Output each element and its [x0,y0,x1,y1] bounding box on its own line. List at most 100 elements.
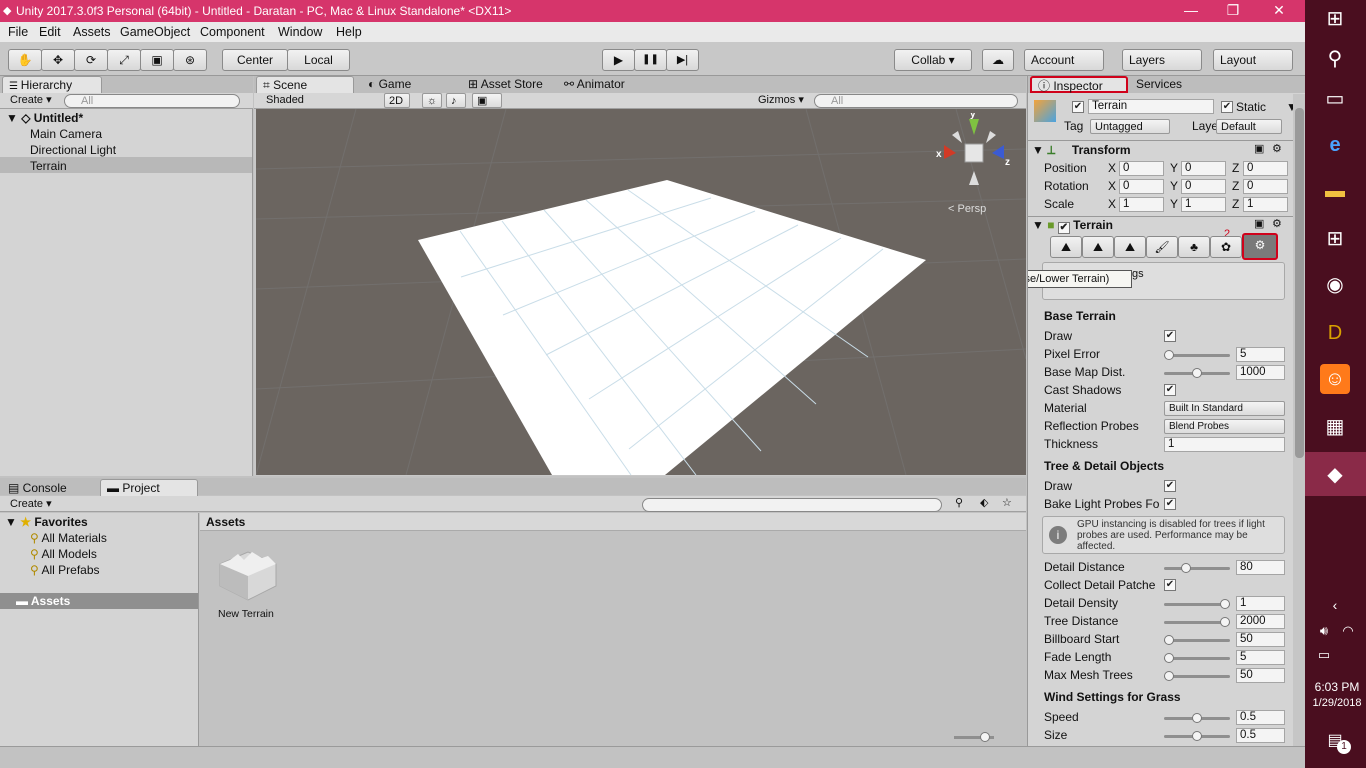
unity-app-icon[interactable]: ◆ [1320,460,1350,490]
tab-project[interactable]: ▬ Project [100,479,198,496]
slider-knob[interactable] [1192,368,1202,378]
smooth-height-icon[interactable]: ⛰ [1114,236,1146,258]
property-dropdown[interactable]: Blend Probes [1164,419,1285,434]
transform-x-field[interactable]: 1 [1119,197,1164,212]
tab-animator[interactable]: ⚯ Animator [558,76,650,93]
property-value-field[interactable]: 5 [1236,347,1285,362]
property-value-field[interactable]: 1 [1236,596,1285,611]
menu-window[interactable]: Window [278,25,322,39]
maximize-button[interactable]: ❐ [1210,0,1256,22]
property-dropdown[interactable]: Built In Standard [1164,401,1285,416]
shading-mode-dropdown[interactable]: Shaded [262,93,380,108]
terrain-plane[interactable] [418,180,926,475]
property-slider[interactable] [1164,635,1230,645]
store-icon[interactable]: ⊞ [1320,224,1350,254]
property-slider[interactable] [1164,731,1230,741]
battery-icon[interactable]: ▭ [1313,640,1335,670]
scene-viewport[interactable]: y x z < Persp [256,109,1026,475]
lighting-toggle-icon[interactable]: ☼ [422,93,442,108]
favorites-folder[interactable]: ▼ ★ Favorites [5,515,88,529]
help-book-icon[interactable]: ▣ [1254,142,1264,155]
transform-y-field[interactable]: 0 [1181,161,1226,176]
edge-browser-icon[interactable]: e [1320,130,1350,160]
property-slider[interactable] [1164,671,1230,681]
slider-knob[interactable] [1220,599,1230,609]
assets-folder[interactable]: ▬ Assets [16,594,70,608]
layer-dropdown[interactable]: Default [1216,119,1282,134]
hierarchy-create-button[interactable]: Create ▾ [6,93,56,107]
collab-button[interactable]: Collab ▾ [894,49,972,71]
menu-component[interactable]: Component [200,25,265,39]
property-checkbox[interactable]: ✔ [1164,384,1176,396]
pivot-local-button[interactable]: Local [287,49,350,71]
tab-services[interactable]: Services [1130,76,1220,93]
property-slider[interactable] [1164,563,1230,573]
filter-label-icon[interactable]: ⬖ [980,496,988,509]
transform-z-field[interactable]: 1 [1243,197,1288,212]
menu-file[interactable]: File [8,25,28,39]
layout-dropdown[interactable]: Layout [1213,49,1293,71]
static-checkbox[interactable]: ✔ [1221,101,1233,113]
transform-tool-icon[interactable]: ⊛ [173,49,207,71]
filter-type-icon[interactable]: ⚲ [955,496,963,509]
hierarchy-item-directional-light[interactable]: Directional Light [30,143,116,157]
game-app-icon[interactable]: D [1320,318,1350,348]
start-windows-icon[interactable]: ⊞ [1320,4,1350,34]
transform-x-field[interactable]: 0 [1119,179,1164,194]
property-value-field[interactable]: 50 [1236,632,1285,647]
scale-tool-icon[interactable]: ⤢ [107,49,141,71]
slider-knob[interactable] [1164,635,1174,645]
paint-height-icon[interactable]: ⛰ [1082,236,1114,258]
project-create-button[interactable]: Create ▾ [6,497,58,511]
tab-game[interactable]: ◐ Game [362,76,442,93]
wifi-icon[interactable]: ◠ [1337,616,1359,646]
minimize-button[interactable]: — [1168,0,1214,22]
tab-inspector[interactable]: ⓘ Inspector [1030,76,1128,93]
uc-browser-icon[interactable]: ☺ [1320,364,1350,394]
scene-root[interactable]: ▼ ◇ Untitled* [6,111,83,125]
audio-toggle-icon[interactable]: ♪ [446,93,466,108]
play-button[interactable]: ▶ [602,49,635,71]
scrollbar-thumb[interactable] [1295,108,1304,458]
property-field[interactable]: 1 [1164,437,1285,452]
hand-tool-icon[interactable]: ✋ [8,49,42,71]
property-value-field[interactable]: 0.5 [1236,728,1285,743]
settings-gear-icon[interactable]: ⚙ [1272,142,1282,155]
menu-assets[interactable]: Assets [73,25,111,39]
paint-details-icon[interactable]: ✿ [1210,236,1242,258]
layers-dropdown[interactable]: Layers [1122,49,1202,71]
hierarchy-item-main-camera[interactable]: Main Camera [30,127,102,141]
clock-time[interactable]: 6:03 PM [1309,680,1365,694]
transform-x-field[interactable]: 0 [1119,161,1164,176]
property-value-field[interactable]: 5 [1236,650,1285,665]
property-slider[interactable] [1164,368,1230,378]
cloud-icon[interactable]: ☁ [982,49,1014,71]
help-book-icon[interactable]: ▣ [1254,217,1264,230]
slider-knob[interactable] [1180,563,1191,573]
move-tool-icon[interactable]: ✥ [41,49,75,71]
account-dropdown[interactable]: Account [1024,49,1104,71]
settings-gear-icon[interactable]: ⚙ [1272,217,1282,230]
slider-knob[interactable] [1220,617,1230,627]
place-trees-icon[interactable]: ♣ [1178,236,1210,258]
file-explorer-icon[interactable]: ▬ [1320,176,1350,206]
terrain-enabled-checkbox[interactable]: ✔ [1057,222,1070,234]
clock-date[interactable]: 1/29/2018 [1307,697,1366,709]
tab-hierarchy[interactable]: ☰ Hierarchy [2,76,102,93]
property-checkbox[interactable]: ✔ [1164,579,1176,591]
menu-edit[interactable]: Edit [39,25,61,39]
new-terrain-asset[interactable] [216,546,280,602]
slider-knob[interactable] [1164,671,1174,681]
slider-knob[interactable] [1192,713,1202,723]
search-icon[interactable]: ⚲ [1320,44,1350,74]
scene-search-input[interactable]: All [814,94,1018,108]
slider-knob[interactable] [1192,731,1202,741]
project-search-input[interactable] [642,498,942,512]
tab-asset-store[interactable]: ⊞ Asset Store [462,76,554,93]
transform-z-field[interactable]: 0 [1243,179,1288,194]
hierarchy-search-input[interactable]: All [64,94,240,108]
property-checkbox[interactable]: ✔ [1164,330,1176,342]
effects-toggle-icon[interactable]: ▣ [472,93,502,108]
step-button[interactable]: ▶| [666,49,699,71]
transform-y-field[interactable]: 0 [1181,179,1226,194]
